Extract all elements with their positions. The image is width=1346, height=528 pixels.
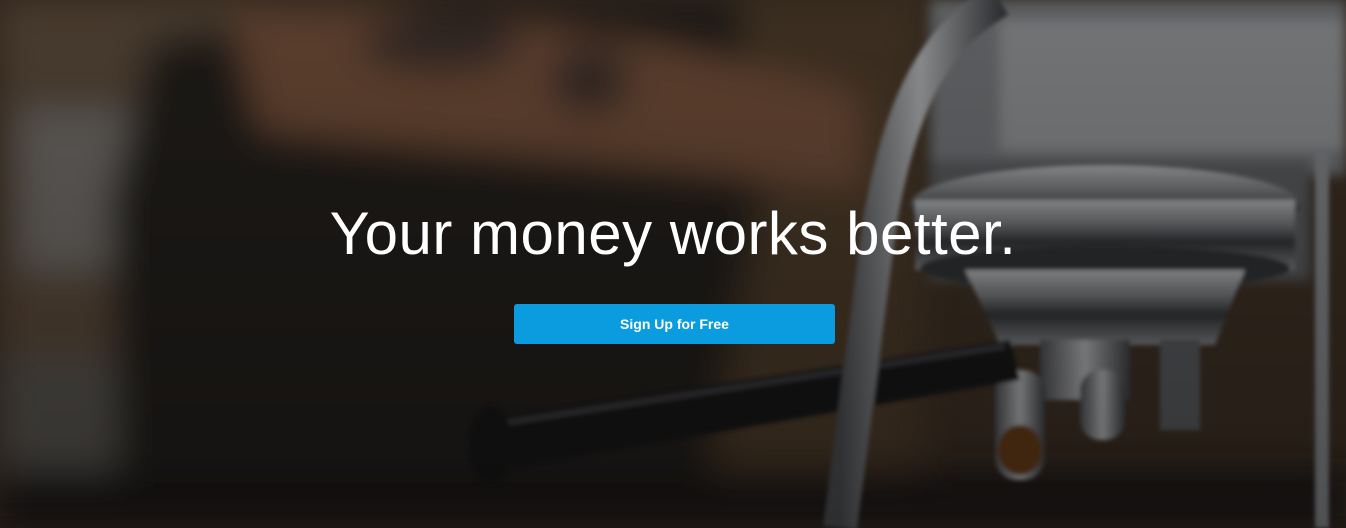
- sign-up-button[interactable]: Sign Up for Free: [514, 304, 835, 344]
- hero-section: Your money works better. Sign Up for Fre…: [0, 0, 1346, 528]
- hero-headline: Your money works better.: [329, 200, 1017, 267]
- hero-content: Your money works better. Sign Up for Fre…: [0, 0, 1346, 528]
